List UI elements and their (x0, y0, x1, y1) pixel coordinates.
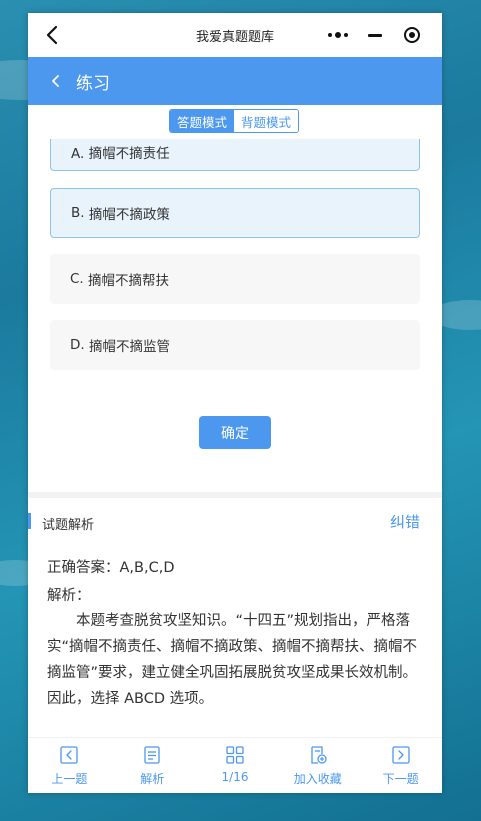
next-question-label: 下一题 (382, 772, 419, 786)
more-button[interactable] (323, 21, 353, 49)
analysis-title: 试题解析 (42, 518, 95, 533)
prev-question-button[interactable]: 上一题 (28, 738, 111, 793)
tab-memorize-mode[interactable]: 背题模式 (234, 110, 298, 132)
option-letter: D. (70, 337, 85, 353)
question-index-label: 1/16 (221, 770, 249, 784)
analysis-button[interactable]: 解析 (111, 738, 194, 793)
mini-program-window: 我爱真题题库 练习 答题模式 背题模式 A. 摘帽不摘责任 B. 摘帽不摘政策 … (28, 13, 442, 793)
tab-answer-mode[interactable]: 答题模式 (170, 110, 234, 132)
document-icon (144, 746, 160, 764)
option-text: 摘帽不摘监管 (88, 339, 170, 355)
chevron-left-icon (60, 746, 79, 764)
capsule-menu (320, 21, 430, 49)
option-d[interactable]: D. 摘帽不摘监管 (50, 320, 420, 370)
more-dots-icon (328, 32, 349, 38)
option-letter: C. (70, 271, 84, 287)
option-b[interactable]: B. 摘帽不摘政策 (50, 188, 420, 238)
close-target-icon (403, 27, 420, 43)
option-letter: B. (71, 205, 85, 221)
chevron-right-icon (391, 746, 410, 764)
bottom-toolbar: 上一题 解析 1/16 加入收藏 下一题 (28, 737, 442, 793)
analysis-header: 试题解析 纠错 (28, 511, 442, 535)
minimize-button[interactable] (360, 21, 390, 49)
section-divider (28, 492, 442, 498)
explanation-text: 本题考查脱贫攻坚知识。“十四五”规划指出，严格落实“摘帽不摘责任、摘帽不摘政策、… (47, 613, 418, 707)
page-navbar: 练习 (28, 57, 442, 105)
option-a[interactable]: A. 摘帽不摘责任 (50, 135, 420, 171)
nav-back-icon[interactable] (48, 71, 62, 91)
page-title: 练习 (76, 74, 110, 94)
option-c[interactable]: C. 摘帽不摘帮扶 (50, 254, 420, 304)
question-index-button[interactable]: 1/16 (194, 738, 277, 793)
analysis-label: 解析 (140, 772, 165, 786)
correct-answer: 正确答案：A,B,C,D (47, 560, 175, 576)
mode-switch: 答题模式 背题模式 (169, 109, 299, 133)
report-error-link[interactable]: 纠错 (390, 511, 420, 532)
minimize-icon (367, 33, 382, 37)
next-question-button[interactable]: 下一题 (359, 738, 442, 793)
add-favorite-button[interactable]: 加入收藏 (276, 738, 359, 793)
bookmark-add-icon (311, 746, 327, 764)
option-text: 摘帽不摘责任 (88, 146, 170, 162)
grid-icon (226, 746, 244, 764)
confirm-button[interactable]: 确定 (199, 416, 271, 449)
window-titlebar: 我爱真题题库 (28, 13, 442, 57)
option-text: 摘帽不摘政策 (88, 207, 170, 223)
option-text: 摘帽不摘帮扶 (88, 273, 170, 289)
option-letter: A. (71, 146, 85, 162)
analysis-accent-bar (28, 513, 31, 529)
add-favorite-label: 加入收藏 (293, 772, 342, 786)
mode-bar: 答题模式 背题模式 (28, 105, 442, 139)
prev-question-label: 上一题 (51, 772, 88, 786)
close-button[interactable] (397, 21, 427, 49)
explanation-label: 解析： (47, 588, 91, 604)
